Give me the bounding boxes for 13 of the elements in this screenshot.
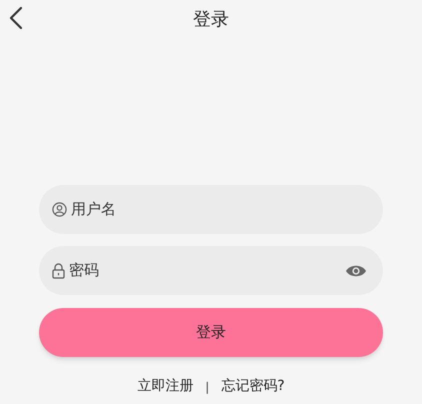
back-icon [9,6,23,30]
user-icon [52,202,67,217]
register-link[interactable]: 立即注册 [137,376,194,397]
page-title: 登录 [193,8,229,32]
forgot-password-link[interactable]: 忘记密码? [221,376,285,397]
username-input[interactable]: 用户名 [71,198,367,221]
login-button[interactable]: 登录 [39,308,383,357]
lock-icon [52,262,65,278]
password-input[interactable]: 密码 [69,259,341,282]
password-field[interactable]: 密码 [39,246,383,295]
username-field[interactable]: 用户名 [39,185,383,234]
eye-icon[interactable] [345,264,367,278]
separator: | [205,378,210,396]
